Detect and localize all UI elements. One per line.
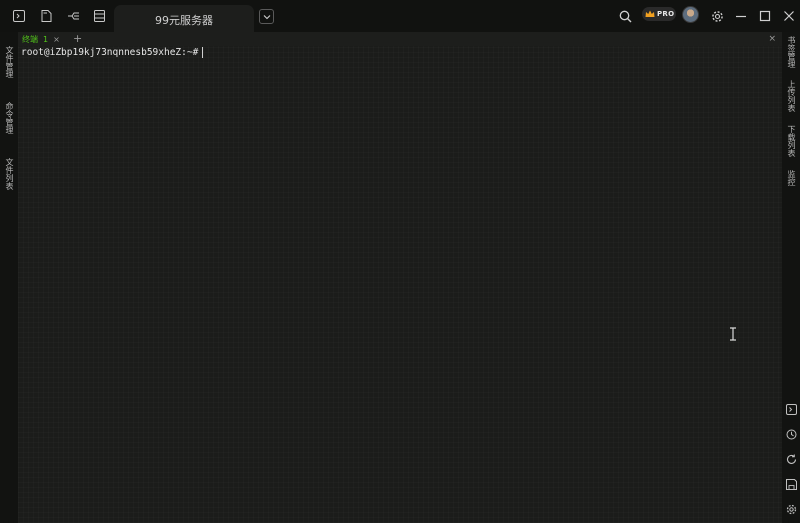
- sidebar-item-upload-list[interactable]: 上传列表: [786, 80, 796, 112]
- save-icon[interactable]: [785, 478, 797, 490]
- tab-server[interactable]: 99元服务器: [114, 5, 254, 32]
- text-cursor: [202, 47, 204, 58]
- sidebar-item-download-list[interactable]: 下载列表: [786, 125, 796, 157]
- close-icon[interactable]: [782, 9, 796, 23]
- branch-icon[interactable]: [66, 9, 80, 23]
- terminal-icon[interactable]: [785, 403, 797, 415]
- app-window: 99元服务器 PRO 终端 1 × + × 文件管理 命令管理 文件列表 书签管…: [0, 0, 800, 523]
- terminal-prompt-line: root@iZbp19kj73nqnnesb59xheZ:~#: [21, 47, 204, 58]
- pro-badge[interactable]: PRO: [642, 7, 676, 21]
- tab-terminal-number: 1: [43, 34, 49, 44]
- history-icon[interactable]: [785, 428, 797, 440]
- panel-close-button[interactable]: ×: [768, 32, 776, 46]
- tab-dropdown-button[interactable]: [259, 9, 274, 24]
- chevron-down-icon: [263, 14, 270, 19]
- right-sidebar: 书签管理 上传列表 下载列表 监控: [782, 32, 800, 523]
- search-icon[interactable]: [618, 9, 632, 23]
- settings-icon[interactable]: [710, 9, 724, 23]
- tab-terminal-label: 终端: [22, 34, 38, 44]
- avatar[interactable]: [682, 6, 699, 23]
- title-bar: 99元服务器 PRO: [0, 0, 800, 32]
- settings-icon[interactable]: [785, 503, 797, 515]
- sidebar-item-file-list[interactable]: 文件列表: [4, 158, 14, 190]
- file-icon[interactable]: [39, 9, 53, 23]
- left-sidebar: 文件管理 命令管理 文件列表: [0, 32, 18, 523]
- sidebar-item-monitor[interactable]: 监控: [786, 170, 796, 186]
- refresh-icon[interactable]: [785, 453, 797, 465]
- terminal-prompt: root@iZbp19kj73nqnnesb59xheZ:~#: [21, 47, 199, 58]
- crown-icon: [645, 10, 655, 17]
- list-icon[interactable]: [92, 9, 106, 23]
- terminal-area[interactable]: root@iZbp19kj73nqnnesb59xheZ:~#: [18, 46, 782, 523]
- maximize-icon[interactable]: [758, 9, 772, 23]
- tab-server-label: 99元服务器: [155, 14, 213, 27]
- minimize-icon[interactable]: [734, 9, 748, 23]
- sidebar-item-command-manager[interactable]: 命令管理: [4, 102, 14, 134]
- pro-label: PRO: [657, 10, 675, 18]
- terminal-tab-bar: 终端 1 × + ×: [18, 32, 782, 46]
- tab-close-button[interactable]: ×: [53, 35, 60, 44]
- sidebar-item-file-manager[interactable]: 文件管理: [4, 46, 14, 78]
- ibeam-cursor-icon: [730, 327, 736, 341]
- sidebar-item-bookmarks[interactable]: 书签管理: [786, 36, 796, 68]
- tab-terminal-1[interactable]: 终端 1 ×: [18, 32, 60, 46]
- add-tab-button[interactable]: +: [73, 32, 82, 45]
- terminal-icon[interactable]: [12, 9, 26, 23]
